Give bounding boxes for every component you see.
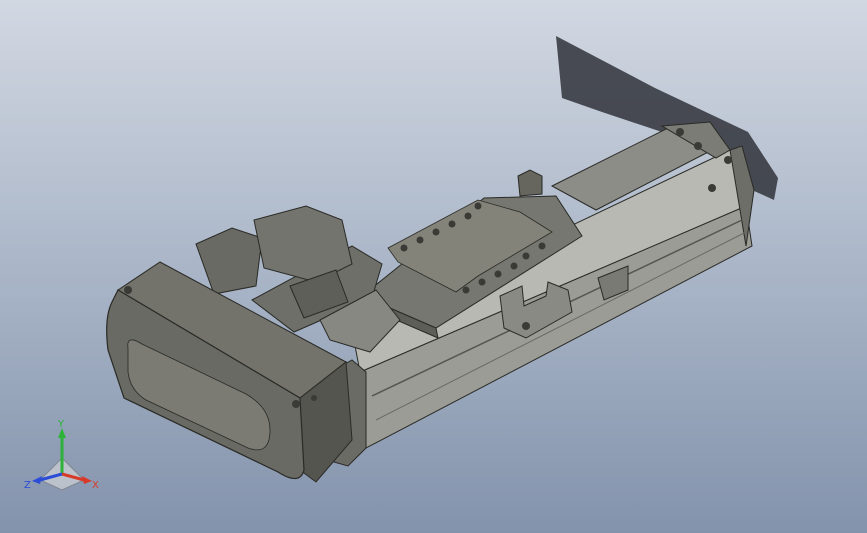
bolt-end-2 [694, 142, 702, 150]
triad-y-label: Y [57, 419, 65, 430]
sensor-bolt [522, 322, 530, 330]
connector-block-2 [253, 205, 353, 283]
motor-bolt-1 [124, 286, 132, 294]
orientation-triad: Y X Z [24, 419, 99, 491]
motor-bolt-3 [311, 395, 317, 401]
bolt-end-1 [676, 128, 684, 136]
triad-x-label: X [92, 480, 99, 491]
triad-z-arrow [32, 476, 42, 484]
motor-bolt-2 [292, 400, 300, 408]
triad-x-arrow [82, 476, 92, 484]
bolt-end-3 [724, 156, 732, 164]
cad-viewport[interactable]: Y X Z [0, 0, 867, 533]
bolt-end-4 [708, 184, 716, 192]
triad-z-label: Z [24, 480, 31, 491]
linear-actuator-model[interactable] [0, 0, 867, 533]
top-bracket [517, 169, 543, 197]
connector-block-1 [195, 227, 263, 295]
